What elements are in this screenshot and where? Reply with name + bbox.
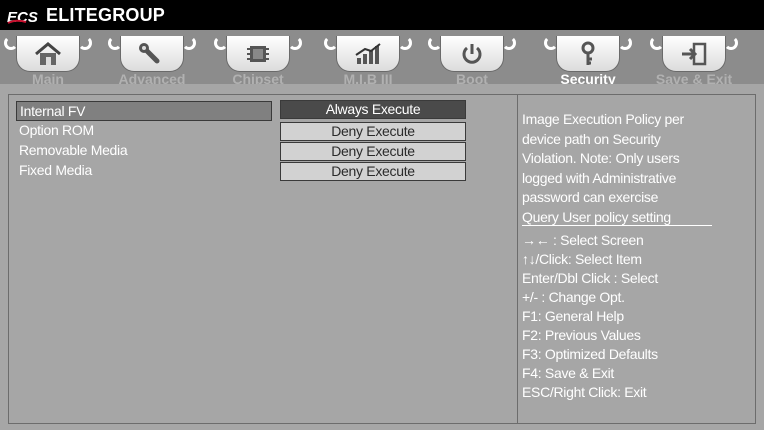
title-bar: ECS ELITEGROUP bbox=[0, 0, 764, 30]
chart-icon bbox=[355, 42, 381, 64]
wrench-icon bbox=[139, 42, 160, 63]
key-icon bbox=[581, 41, 595, 65]
tab-security[interactable]: Security bbox=[540, 30, 636, 86]
key-legend: →← : Select Screen ↑↓/Click: Select Item… bbox=[522, 231, 722, 402]
home-icon bbox=[35, 41, 61, 65]
option-label-fixed-media[interactable]: Fixed Media bbox=[16, 161, 92, 179]
key-hint: ESC/Right Click: Exit bbox=[522, 384, 647, 400]
help-line: Image Execution Policy per bbox=[522, 111, 684, 127]
key-hint: ↑↓/Click: Select Item bbox=[522, 251, 642, 267]
help-line: Violation. Note: Only users bbox=[522, 150, 680, 166]
exit-icon bbox=[682, 42, 707, 65]
tab-mib[interactable]: M.I.B III bbox=[320, 30, 416, 86]
key-hint: F4: Save & Exit bbox=[522, 365, 614, 381]
ecs-logo: ECS bbox=[7, 9, 38, 25]
option-label-removable-media[interactable]: Removable Media bbox=[16, 141, 128, 159]
help-divider bbox=[517, 94, 518, 424]
tab-chipset[interactable]: Chipset bbox=[210, 30, 306, 86]
option-value-removable-media[interactable]: Deny Execute bbox=[280, 142, 466, 161]
chip-icon bbox=[247, 45, 269, 62]
option-label-internal-fv[interactable]: Internal FV bbox=[16, 101, 272, 121]
tab-boot[interactable]: Boot bbox=[424, 30, 520, 86]
tab-save-exit[interactable]: Save & Exit bbox=[646, 30, 742, 86]
key-hint: →← : Select Screen bbox=[522, 232, 644, 248]
option-value-option-rom[interactable]: Deny Execute bbox=[280, 122, 466, 141]
key-hint: F3: Optimized Defaults bbox=[522, 346, 658, 362]
key-hint: +/- : Change Opt. bbox=[522, 289, 625, 305]
tab-main[interactable]: Main bbox=[0, 30, 96, 86]
help-line: logged with Administrative bbox=[522, 169, 677, 186]
key-hint: F1: General Help bbox=[522, 308, 624, 324]
help-divider-rule bbox=[522, 225, 712, 226]
help-description: Image Execution Policy per device path o… bbox=[522, 110, 718, 227]
help-line: device path on Security bbox=[522, 130, 661, 147]
power-icon bbox=[462, 43, 482, 64]
tab-advanced[interactable]: Advanced bbox=[104, 30, 200, 86]
key-hint: F2: Previous Values bbox=[522, 327, 641, 343]
brand-name: ELITEGROUP bbox=[46, 5, 166, 25]
help-line: password can exercise bbox=[522, 189, 659, 205]
option-value-internal-fv[interactable]: Always Execute bbox=[280, 100, 466, 119]
tab-strip: Main Advanced Chipset M.I.B III Boot Sec… bbox=[0, 30, 764, 86]
key-hint: Enter/Dbl Click : Select bbox=[522, 270, 658, 286]
option-label-option-rom[interactable]: Option ROM bbox=[16, 121, 94, 139]
option-value-fixed-media[interactable]: Deny Execute bbox=[280, 162, 466, 181]
